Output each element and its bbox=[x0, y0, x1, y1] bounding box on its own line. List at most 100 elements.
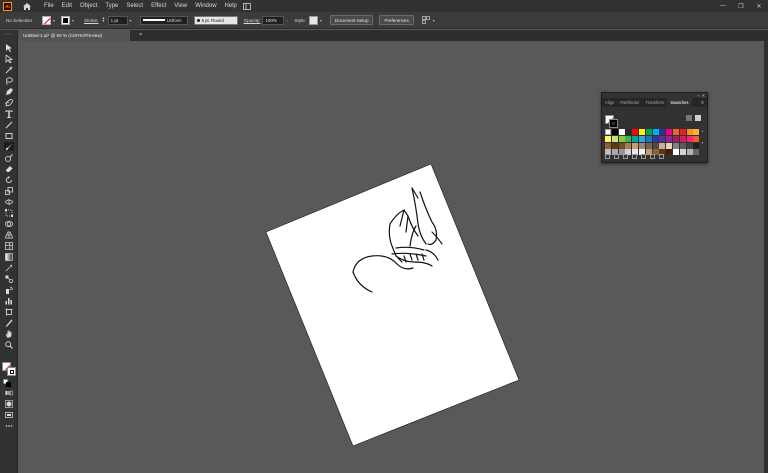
column-graph-tool-icon[interactable] bbox=[4, 296, 14, 305]
swatch[interactable] bbox=[686, 135, 693, 142]
curvature-tool-icon[interactable] bbox=[4, 98, 14, 107]
panel-grip-icon[interactable]: «« bbox=[0, 30, 17, 36]
type-tool-icon[interactable] bbox=[4, 109, 14, 118]
swatch[interactable] bbox=[659, 129, 666, 135]
preferences-button[interactable]: Preferences bbox=[379, 15, 414, 25]
swatch[interactable] bbox=[652, 142, 659, 149]
menu-edit[interactable]: Edit bbox=[58, 3, 76, 9]
chevron-down-icon[interactable]: ▾ bbox=[70, 16, 76, 25]
selection-tool-icon[interactable] bbox=[4, 43, 14, 52]
swatch[interactable] bbox=[672, 135, 679, 142]
swatch[interactable] bbox=[666, 142, 673, 149]
width-tool-icon[interactable] bbox=[4, 197, 14, 206]
default-stroke-icon[interactable] bbox=[6, 382, 11, 387]
document-setup-button[interactable]: Document Setup bbox=[329, 15, 374, 25]
chevron-down-icon[interactable]: ▾ bbox=[431, 16, 437, 25]
artboard-tool-icon[interactable] bbox=[4, 307, 14, 316]
menu-help[interactable]: Help bbox=[221, 3, 241, 9]
tab-pathfinder[interactable]: Pathfinder bbox=[617, 98, 642, 107]
close-panel-icon[interactable]: ✕ bbox=[702, 93, 705, 98]
swatch[interactable] bbox=[666, 129, 673, 135]
swatch-options-icon[interactable] bbox=[623, 153, 628, 159]
scale-tool-icon[interactable] bbox=[4, 186, 14, 195]
tab-swatches[interactable]: Swatches bbox=[667, 98, 692, 107]
artboard[interactable] bbox=[265, 163, 520, 447]
eraser-tool-icon[interactable] bbox=[4, 164, 14, 173]
swatch[interactable] bbox=[618, 142, 625, 149]
lasso-tool-icon[interactable] bbox=[4, 76, 14, 85]
menu-window[interactable]: Window bbox=[191, 3, 220, 9]
color-group-icon[interactable] bbox=[632, 153, 637, 159]
panel-stroke-swatch[interactable] bbox=[609, 119, 618, 128]
swatch[interactable] bbox=[638, 135, 645, 142]
workspace-switcher-icon[interactable] bbox=[243, 2, 252, 11]
minimize-button[interactable]: — bbox=[714, 0, 732, 12]
swatch[interactable] bbox=[638, 129, 645, 135]
symbol-sprayer-tool-icon[interactable] bbox=[4, 285, 14, 294]
swatch[interactable] bbox=[686, 142, 693, 149]
sketch-drawing[interactable] bbox=[352, 187, 443, 293]
chevron-down-icon[interactable]: ▾ bbox=[318, 16, 324, 25]
swatch[interactable] bbox=[672, 142, 679, 149]
vertical-scrollbar[interactable] bbox=[764, 41, 768, 473]
new-group-icon[interactable] bbox=[641, 153, 646, 159]
stroke-weight-input[interactable]: 1 pt bbox=[107, 15, 128, 25]
edit-toolbar-icon[interactable] bbox=[4, 421, 14, 430]
swatch[interactable] bbox=[618, 129, 625, 135]
swatch[interactable] bbox=[679, 129, 686, 135]
screen-mode-icon[interactable] bbox=[4, 410, 14, 419]
shape-builder-tool-icon[interactable] bbox=[4, 219, 14, 228]
swatch[interactable] bbox=[632, 129, 639, 135]
line-tool-icon[interactable] bbox=[4, 120, 14, 129]
swatch[interactable] bbox=[693, 142, 700, 149]
slice-tool-icon[interactable] bbox=[4, 318, 14, 327]
stroke-color-swatch[interactable] bbox=[61, 15, 70, 25]
swatch[interactable] bbox=[611, 135, 618, 142]
swatch[interactable] bbox=[605, 129, 611, 135]
swatch[interactable] bbox=[611, 129, 618, 135]
direct-selection-tool-icon[interactable] bbox=[4, 54, 14, 63]
graphic-style-swatch[interactable] bbox=[308, 15, 318, 25]
arrange-documents-icon[interactable] bbox=[422, 16, 431, 25]
stroke-label[interactable]: Stroke: bbox=[84, 18, 99, 23]
eyedropper-tool-icon[interactable] bbox=[4, 263, 14, 272]
swatch[interactable] bbox=[625, 129, 632, 135]
blend-tool-icon[interactable] bbox=[4, 274, 14, 283]
document-tab[interactable]: Untitled-1.ai* @ 50 % (CMYK/Preview) bbox=[18, 30, 130, 41]
fill-color-swatch[interactable] bbox=[42, 15, 51, 25]
menu-view[interactable]: View bbox=[170, 3, 191, 9]
hand-tool-icon[interactable] bbox=[4, 329, 14, 338]
collapse-panel-icon[interactable]: « bbox=[697, 93, 699, 98]
brush-definition[interactable]: 5 pt. Round bbox=[193, 15, 238, 25]
swatch[interactable] bbox=[686, 129, 693, 135]
menu-effect[interactable]: Effect bbox=[147, 3, 170, 9]
list-view-icon[interactable] bbox=[686, 115, 692, 121]
panel-menu-icon[interactable]: ≡ bbox=[701, 100, 704, 106]
stroke-color-box[interactable] bbox=[7, 367, 16, 376]
swatch[interactable] bbox=[679, 135, 686, 142]
swatch[interactable] bbox=[666, 135, 673, 142]
rotate-tool-icon[interactable] bbox=[4, 175, 14, 184]
menu-file[interactable]: File bbox=[40, 3, 58, 9]
free-transform-tool-icon[interactable] bbox=[4, 208, 14, 217]
rectangle-tool-icon[interactable] bbox=[4, 131, 14, 140]
swatch[interactable] bbox=[693, 129, 700, 135]
mesh-tool-icon[interactable] bbox=[4, 241, 14, 250]
chevron-down-icon[interactable]: ▾ bbox=[128, 16, 134, 25]
swatch[interactable] bbox=[611, 142, 618, 149]
swatch[interactable] bbox=[679, 142, 686, 149]
opacity-label[interactable]: Opacity: bbox=[244, 18, 261, 23]
swatch[interactable] bbox=[605, 142, 611, 149]
swatch[interactable] bbox=[659, 135, 666, 142]
swatch[interactable] bbox=[652, 135, 659, 142]
tab-transform[interactable]: Transform bbox=[642, 98, 667, 107]
swatch[interactable] bbox=[659, 142, 666, 149]
draw-mode-icon[interactable] bbox=[4, 399, 14, 408]
new-swatch-icon[interactable] bbox=[650, 153, 655, 159]
delete-swatch-icon[interactable] bbox=[659, 153, 664, 159]
swatch[interactable] bbox=[638, 142, 645, 149]
home-icon[interactable] bbox=[22, 2, 32, 11]
magic-wand-tool-icon[interactable] bbox=[4, 65, 14, 74]
swatch[interactable] bbox=[672, 129, 679, 135]
tab-align[interactable]: Align bbox=[602, 98, 617, 107]
